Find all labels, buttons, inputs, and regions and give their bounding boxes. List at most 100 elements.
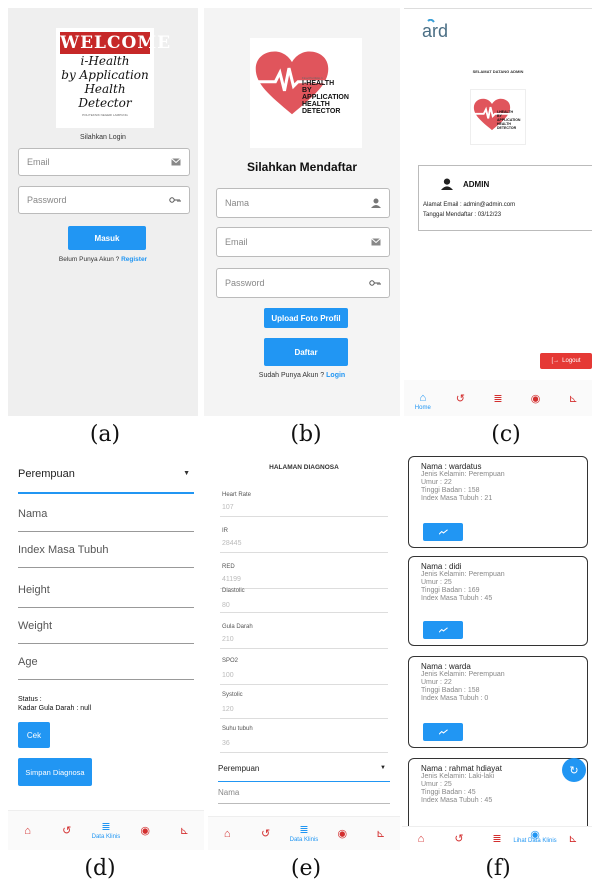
heart-logo: I-HEALTH BY APPLICATION HEALTH DETECTOR <box>470 89 526 145</box>
nav-view[interactable]: ◉ <box>335 827 349 841</box>
upload-photo-button[interactable]: Upload Foto Profil <box>264 308 348 328</box>
nav-clinical-label: Data Klinis <box>91 833 121 840</box>
divider <box>220 648 388 649</box>
status-value: Kadar Gula Darah : null <box>18 705 92 712</box>
trend-icon <box>438 627 448 633</box>
email-placeholder: Email <box>27 157 50 167</box>
nav-home-label: Home <box>414 405 431 411</box>
name-field[interactable]: Nama <box>218 788 390 804</box>
screen-register: Final Portfolio 1 I-HEALTH BY APPLICATIO… <box>204 8 400 416</box>
register-link[interactable]: Register <box>121 256 147 263</box>
nav-home[interactable]: ⌂ <box>21 824 35 838</box>
nav-database[interactable]: ≣ <box>490 832 504 846</box>
history-icon: ↺ <box>260 828 271 840</box>
home-icon: ⌂ <box>419 392 427 404</box>
nav-chart[interactable]: ⊾ <box>177 824 191 838</box>
person-icon <box>371 198 381 208</box>
name-field[interactable]: Nama <box>216 188 390 218</box>
nav-chart[interactable]: ⊾ <box>566 832 580 846</box>
height-field[interactable]: Height <box>18 584 194 608</box>
nav-home[interactable]: ⌂ <box>220 827 234 841</box>
check-button[interactable]: Cek <box>18 722 50 748</box>
nav-history[interactable]: ↺ <box>453 391 467 405</box>
bmi-field[interactable]: Index Masa Tubuh <box>18 544 194 568</box>
refresh-icon: ↻ <box>569 764 579 777</box>
divider <box>220 516 388 517</box>
age-field[interactable]: Age <box>18 656 194 680</box>
dropdown-arrow-icon: ▼ <box>183 470 190 477</box>
name-placeholder: Nama <box>225 198 250 208</box>
heart-logo-text: Final Portfolio 1 I-HEALTH BY APPLICATIO… <box>302 76 349 115</box>
patient-bmi: Index Masa Tubuh : 45 <box>421 797 493 804</box>
logo-line-2: BY <box>302 87 312 94</box>
eye-icon: ◉ <box>530 392 541 405</box>
nav-database[interactable]: ≣ <box>491 391 505 405</box>
nav-chart[interactable]: ⊾ <box>566 391 580 405</box>
trend-icon <box>438 529 448 535</box>
diastolic-label: Diastolic <box>222 588 245 594</box>
patient-bmi: Index Masa Tubuh : 0 <box>421 695 489 702</box>
heart-rate-value: 107 <box>222 504 234 511</box>
patient-bmi: Index Masa Tubuh : 45 <box>421 595 493 602</box>
weight-field[interactable]: Weight <box>18 620 194 644</box>
systolic-value: 120 <box>222 706 234 713</box>
email-field[interactable]: Email <box>216 227 390 257</box>
nav-history[interactable]: ↺ <box>259 827 273 841</box>
heart-logo: Final Portfolio 1 I-HEALTH BY APPLICATIO… <box>250 38 362 148</box>
bottom-nav: ⌂ ↺ ≣ Data Klinis ◉ ⊾ <box>8 810 204 850</box>
bottom-nav: ⌂ Home ↺ ≣ ◉ ⊾ <box>404 380 592 416</box>
divider <box>220 684 388 685</box>
save-diagnosis-button[interactable]: Simpan Diagnosa <box>18 758 92 786</box>
nav-chart[interactable]: ⊾ <box>374 827 388 841</box>
patient-name: Nama : wardatus <box>421 462 482 471</box>
email-field[interactable]: Email <box>18 148 190 176</box>
gender-select[interactable]: Perempuan ▼ <box>218 764 390 782</box>
bottom-nav: ⌂ ↺ ≣ ◉ Lihat Data Klinis ⊾ <box>402 826 592 850</box>
admin-email: Alamat Email : admin@admin.com <box>423 202 516 208</box>
ir-label: IR <box>222 528 228 534</box>
login-link[interactable]: Login <box>326 372 345 379</box>
caption-e: (e) <box>290 856 322 881</box>
register-prompt: Belum Punya Akun ? <box>58 256 120 263</box>
refresh-fab[interactable]: ↻ <box>562 758 586 782</box>
register-title: Silahkan Mendaftar <box>246 160 358 174</box>
gender-select[interactable]: Perempuan ▼ <box>18 468 194 494</box>
patient-age: Umur : 22 <box>421 479 452 486</box>
nav-history[interactable]: ↺ <box>452 832 466 846</box>
view-chart-button[interactable] <box>423 621 463 639</box>
nav-home[interactable]: ⌂ <box>414 832 428 846</box>
view-chart-button[interactable] <box>423 723 463 741</box>
nav-view[interactable]: ◉ <box>529 391 543 405</box>
heart-logo-text: I-HEALTH BY APPLICATION HEALTH DETECTOR <box>497 110 520 130</box>
nav-home[interactable]: ⌂ Home <box>415 391 431 411</box>
patient-name: Nama : rahmat hdiayat <box>421 764 502 773</box>
database-icon: ≣ <box>493 392 503 405</box>
screen-clinical-form: Perempuan ▼ Nama Index Masa Tubuh Height… <box>8 452 204 850</box>
password-field[interactable]: Password <box>216 268 390 298</box>
logo-line-1: I-HEALTH <box>302 80 335 87</box>
name-field[interactable]: Nama <box>18 508 194 532</box>
database-icon: ≣ <box>101 821 111 833</box>
logo-line-4: HEALTH <box>302 101 330 108</box>
database-icon: ≣ <box>492 833 502 845</box>
logout-button[interactable]: [→ Logout <box>540 353 592 369</box>
diastolic-value: 80 <box>222 602 230 609</box>
admin-role: ADMIN <box>463 180 490 189</box>
history-icon: ↺ <box>455 392 465 405</box>
nav-view[interactable]: ◉ <box>138 824 152 838</box>
nav-clinical-data[interactable]: ≣ Data Klinis <box>290 823 319 843</box>
nav-history[interactable]: ↺ <box>60 824 74 838</box>
patient-age: Umur : 22 <box>421 679 452 686</box>
login-button[interactable]: Masuk <box>68 226 146 250</box>
patient-gender: Jenis Kelamin: Perempuan <box>421 571 505 578</box>
password-field[interactable]: Password <box>18 186 190 214</box>
nav-clinical-data[interactable]: ≣ Data Klinis <box>92 820 121 840</box>
register-button[interactable]: Daftar <box>264 338 348 366</box>
caption-f: (f) <box>485 856 511 881</box>
patient-name: Nama : warda <box>421 662 471 671</box>
divider <box>220 552 388 553</box>
history-icon: ↺ <box>454 833 464 845</box>
email-placeholder: Email <box>225 237 248 247</box>
nav-view-clinical[interactable]: ◉ Lihat Data Klinis <box>513 828 556 844</box>
view-chart-button[interactable] <box>423 523 463 541</box>
